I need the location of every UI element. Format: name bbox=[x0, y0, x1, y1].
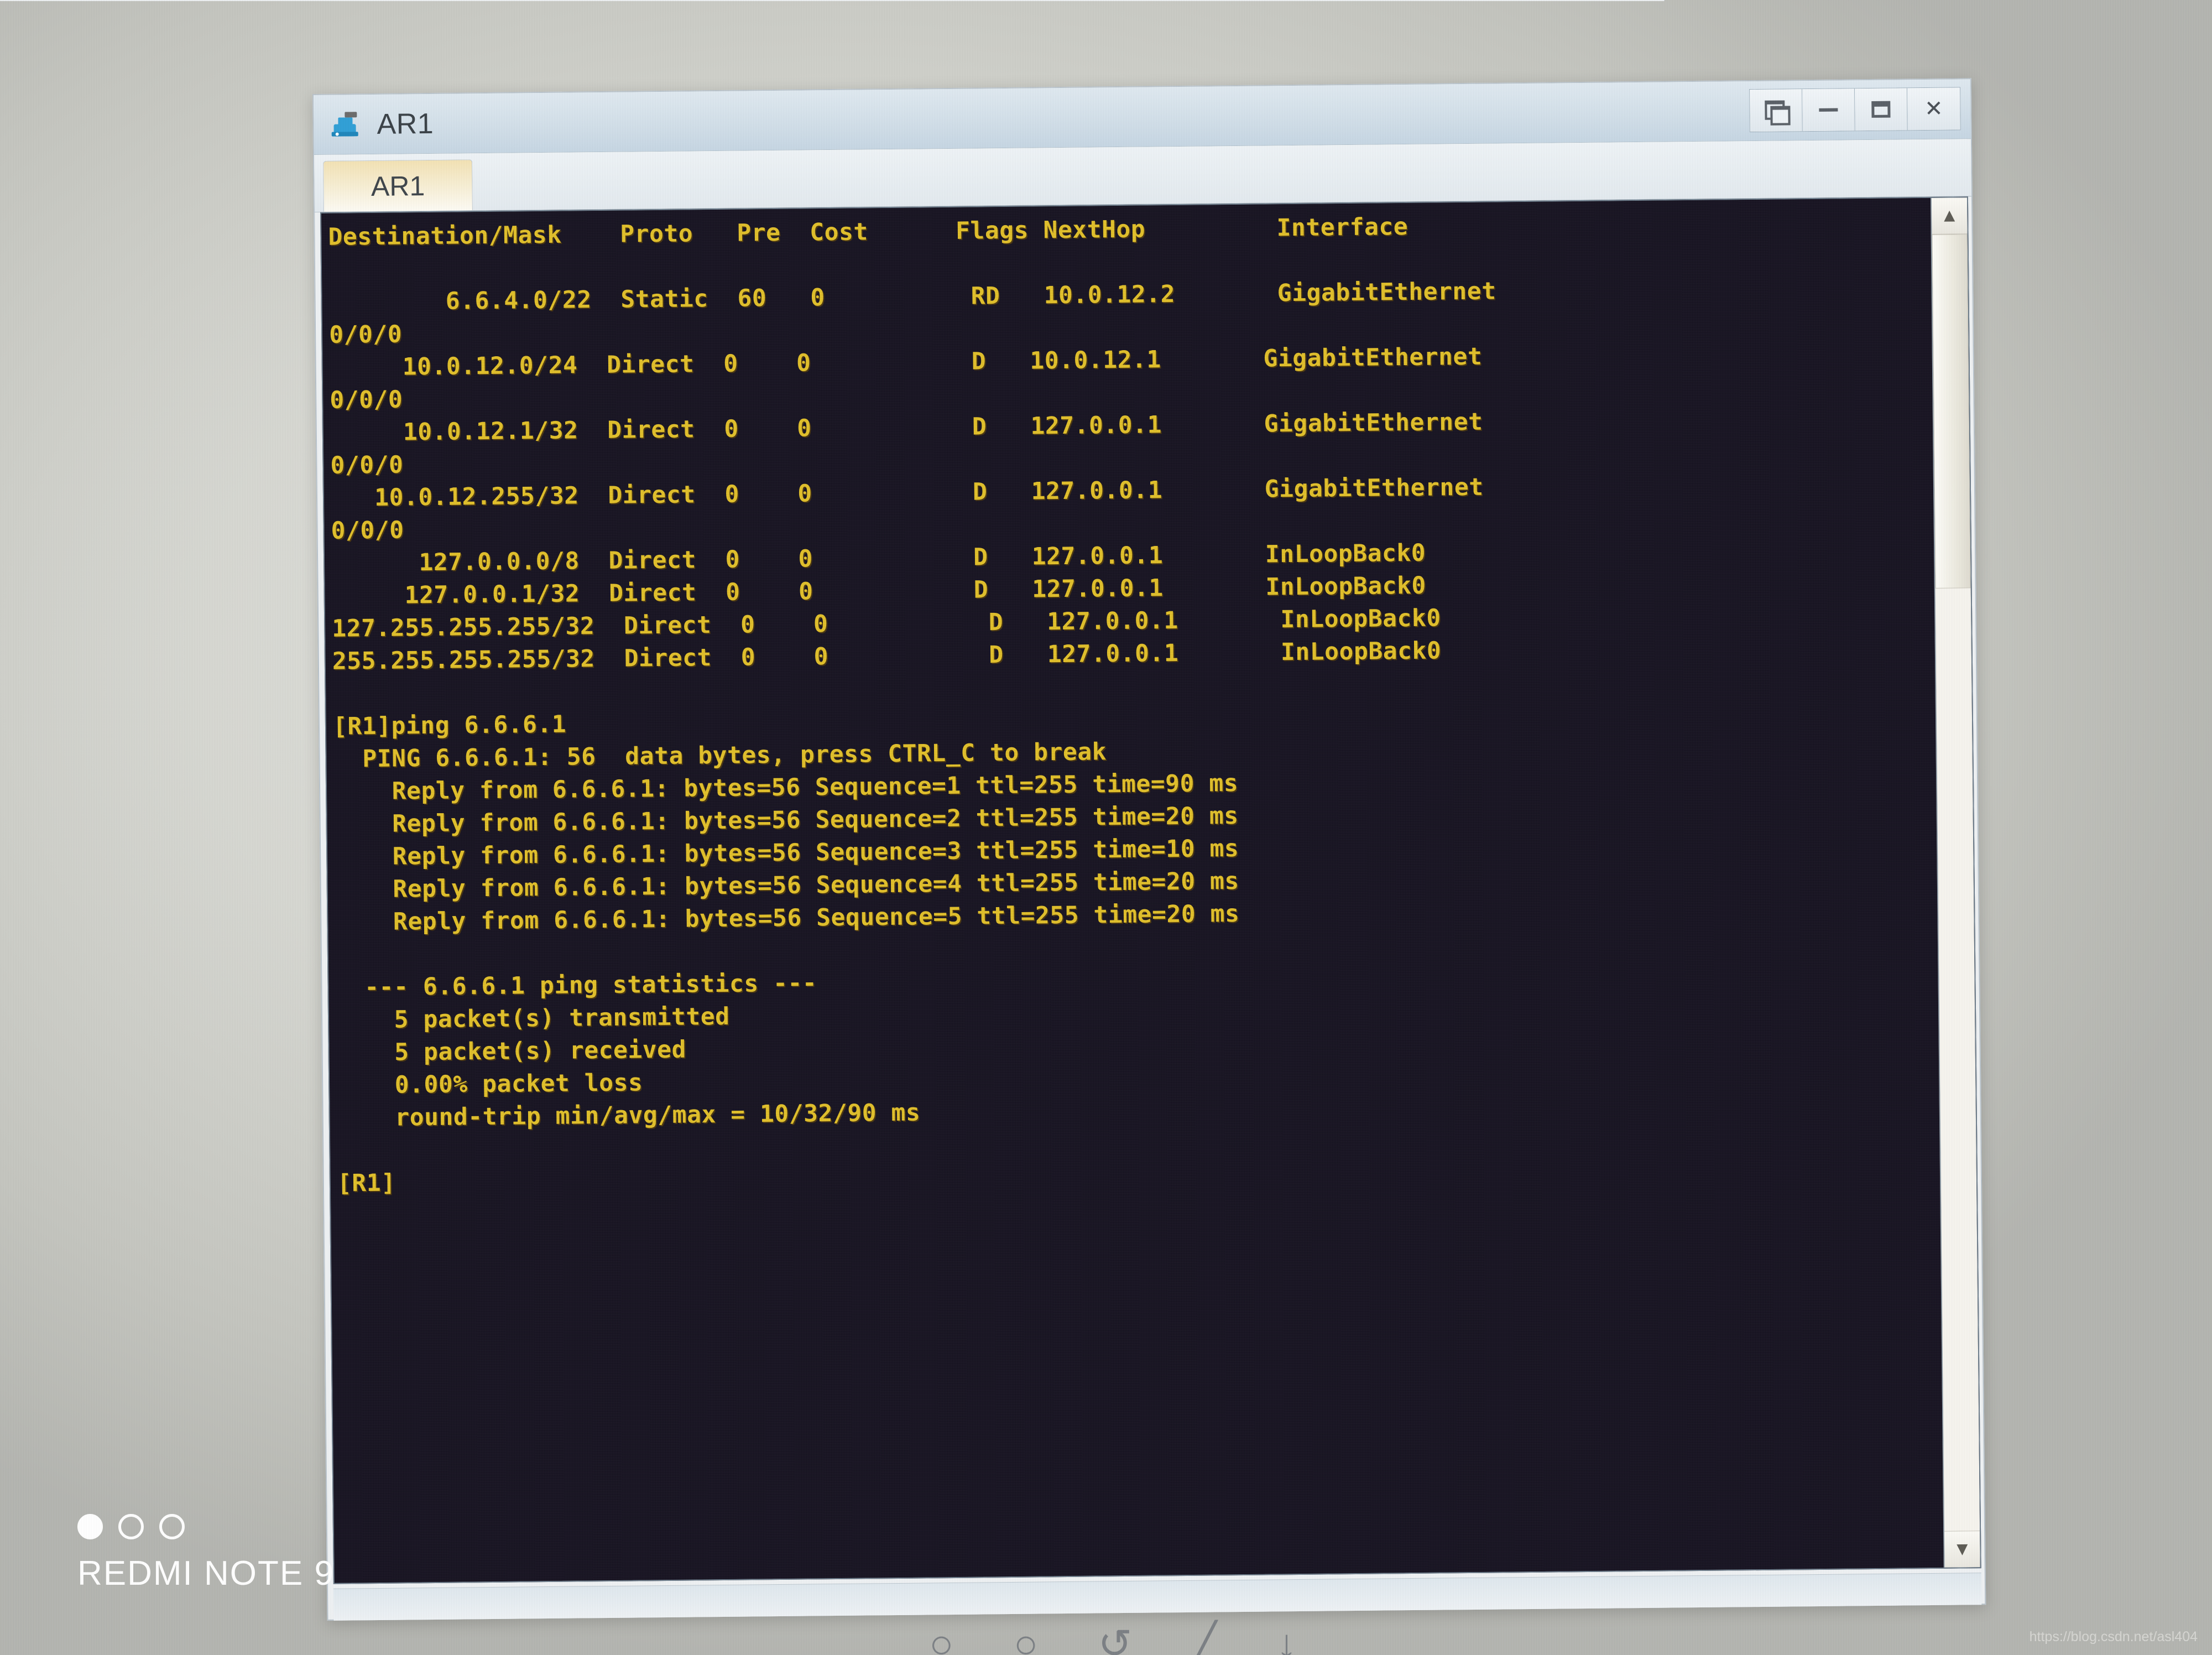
camera-watermark-dots bbox=[77, 1514, 335, 1539]
router-icon bbox=[328, 107, 367, 142]
scrollbar-thumb[interactable] bbox=[1932, 234, 1971, 589]
mdi-window-controls: ✕ bbox=[1749, 87, 1961, 133]
terminal-shell: Destination/Mask Proto Pre Cost Flags Ne… bbox=[320, 196, 1981, 1584]
tab-label: AR1 bbox=[371, 170, 425, 202]
mdi-close-icon[interactable]: ✕ bbox=[1907, 87, 1960, 131]
window-title: AR1 bbox=[377, 107, 434, 140]
ar1-cli-window: AR1 ✕ AR1 Destination/Mask Proto Pre Cos… bbox=[312, 78, 1986, 1621]
download-icon[interactable]: ↓ bbox=[1276, 1623, 1297, 1655]
watermark-dot-2 bbox=[118, 1514, 144, 1539]
camera-watermark-label: REDMI NOTE 9 bbox=[77, 1554, 335, 1592]
console-output: Destination/Mask Proto Pre Cost Flags Ne… bbox=[328, 212, 1496, 1198]
circle-icon-2[interactable]: ○ bbox=[1014, 1623, 1039, 1655]
scroll-up-icon[interactable]: ▲ bbox=[1931, 197, 1968, 235]
monitor-photo: ✕ AR1 ✕ bbox=[0, 0, 2212, 1655]
circle-icon-1[interactable]: ○ bbox=[929, 1623, 954, 1655]
cli-terminal[interactable]: Destination/Mask Proto Pre Cost Flags Ne… bbox=[321, 197, 1944, 1583]
mdi-restore-button[interactable] bbox=[1750, 89, 1803, 132]
refresh-icon[interactable]: ↺ bbox=[1098, 1623, 1132, 1655]
camera-watermark: REDMI NOTE 9 bbox=[77, 1514, 335, 1593]
outer-window-chrome: ✕ bbox=[0, 0, 1665, 1]
watermark-dot-1 bbox=[77, 1514, 103, 1539]
pencil-icon[interactable]: ╱ bbox=[1192, 1623, 1217, 1655]
tab-ar1[interactable]: AR1 bbox=[323, 159, 473, 212]
mdi-minimize-button[interactable] bbox=[1802, 89, 1855, 132]
app-toolbar-strip: ○ ○ ↺ ╱ ↓ bbox=[929, 1623, 1297, 1655]
scroll-down-icon[interactable]: ▼ bbox=[1944, 1531, 1980, 1568]
watermark-dot-3 bbox=[159, 1514, 185, 1539]
blog-url-watermark: https://blog.csdn.net/asl404 bbox=[2029, 1629, 2198, 1644]
mdi-maximize-button[interactable] bbox=[1855, 88, 1908, 131]
